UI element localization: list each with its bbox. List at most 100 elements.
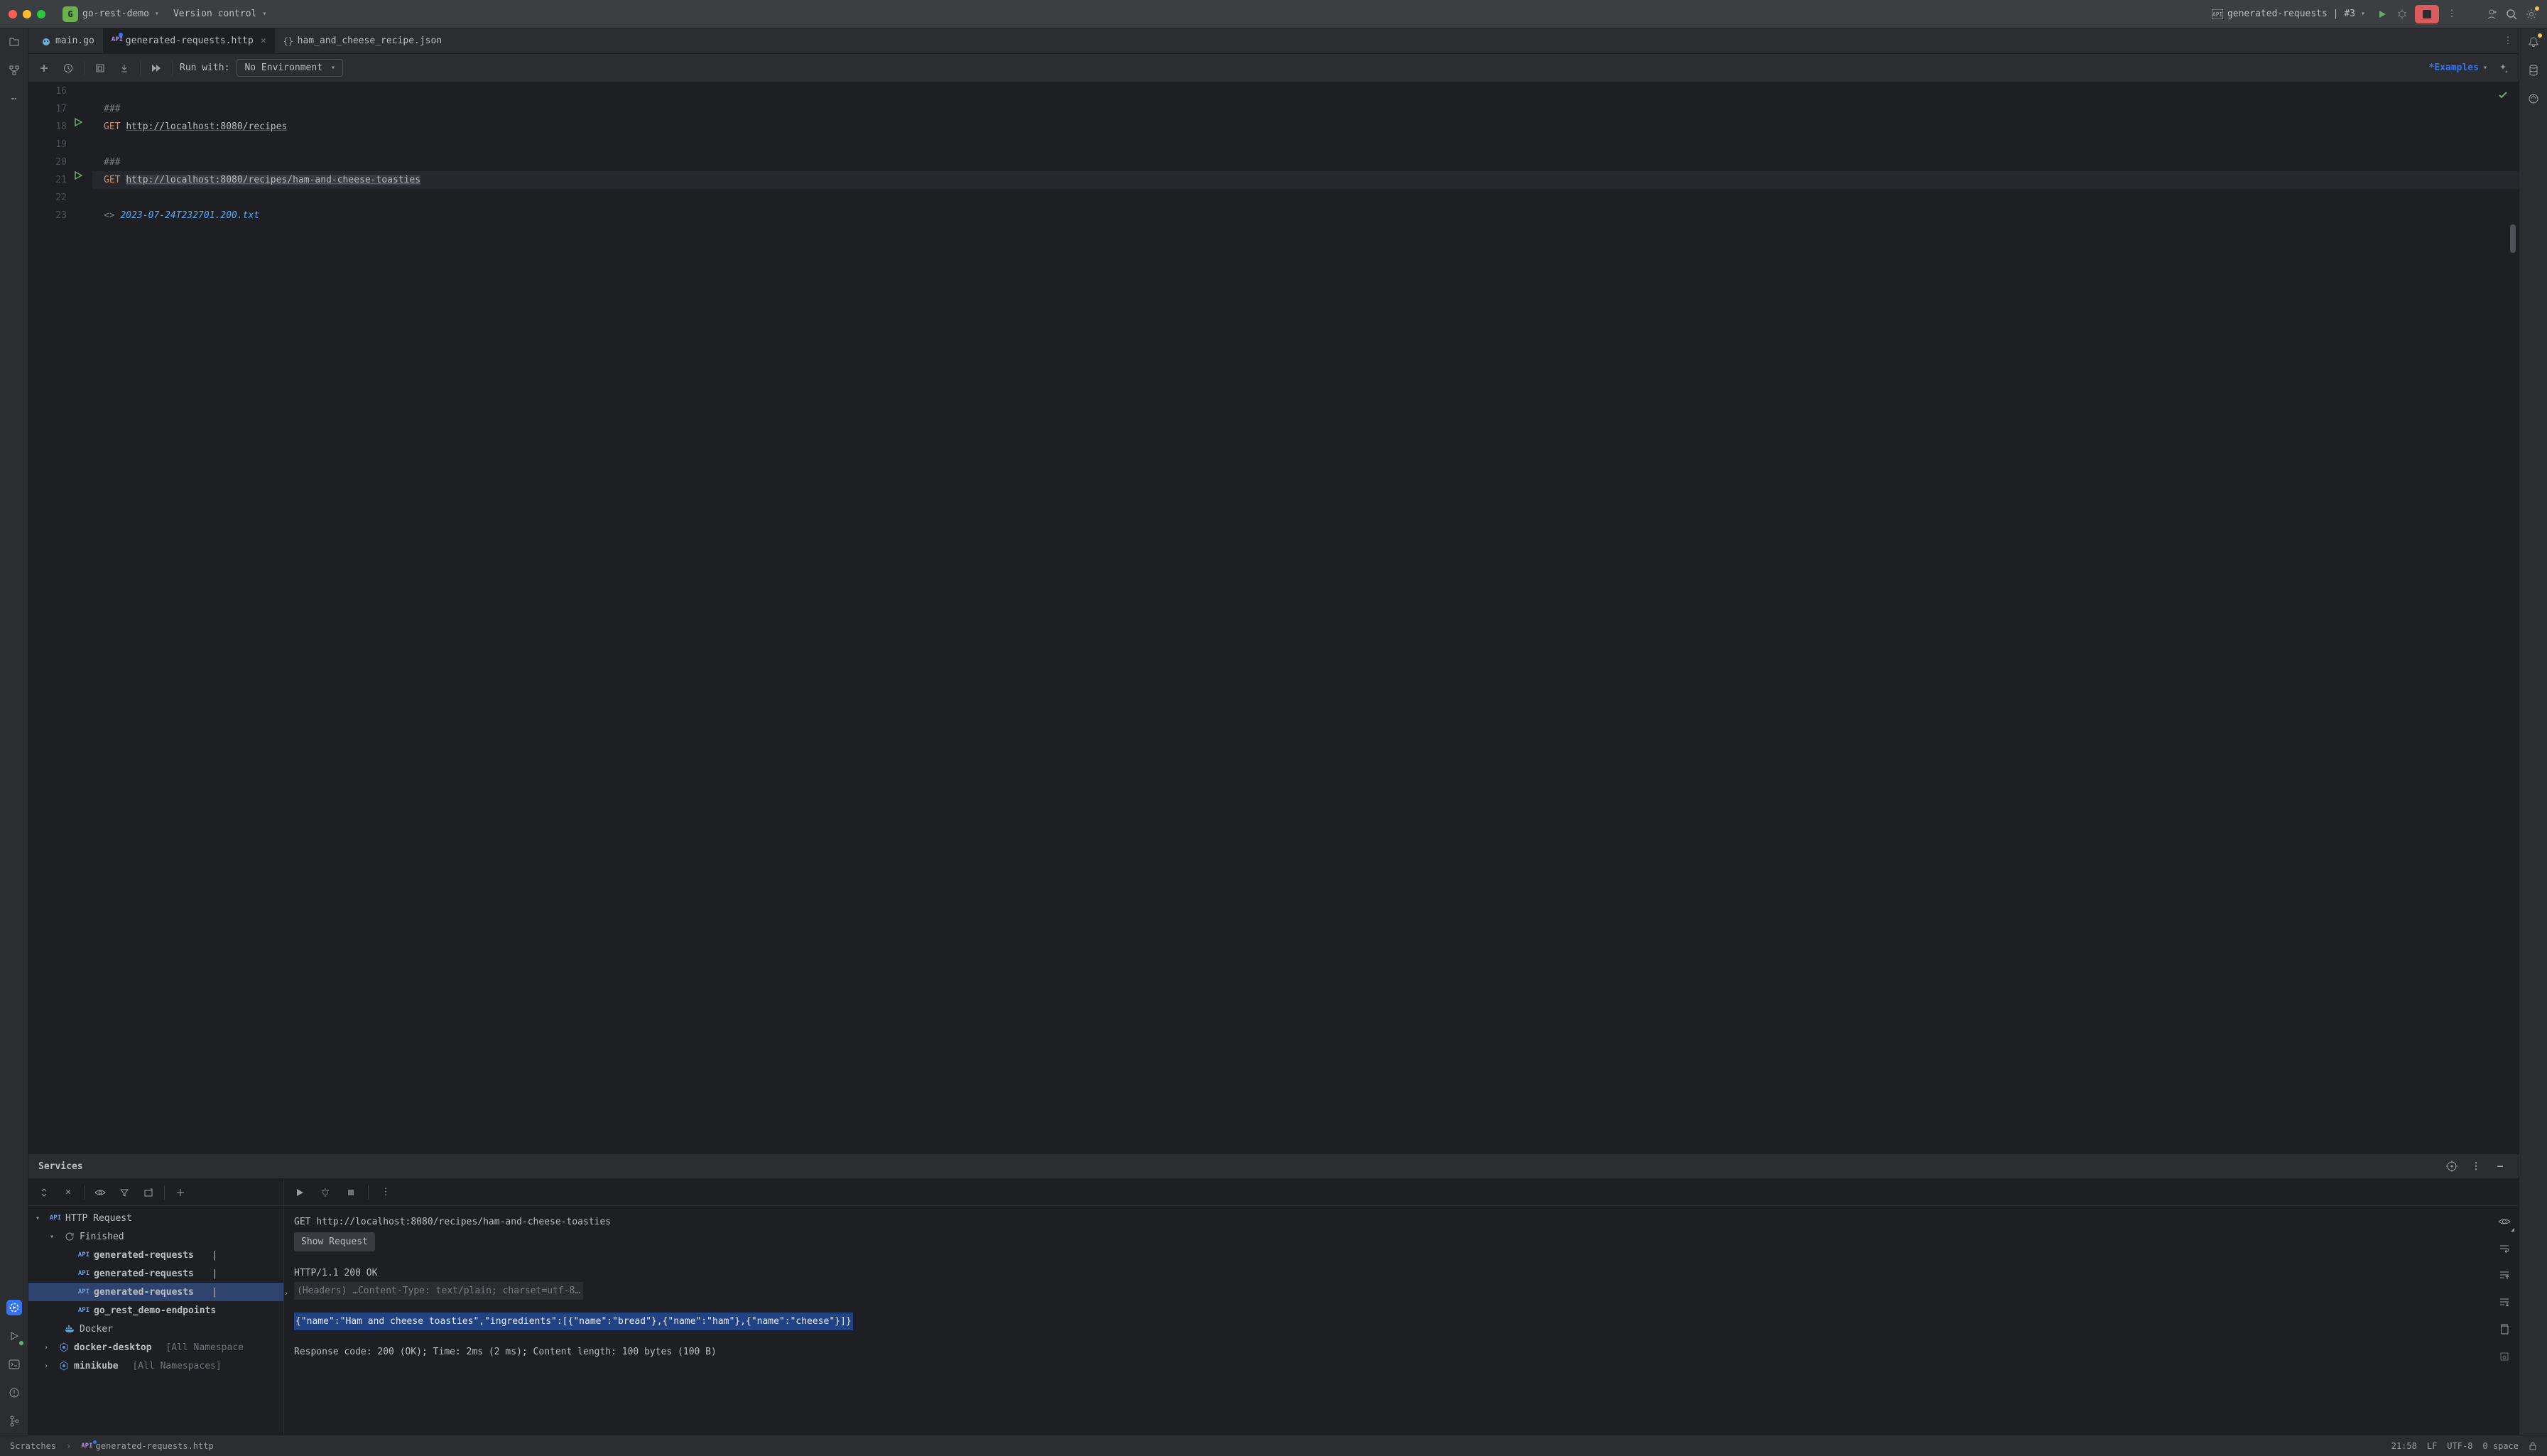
tree-node-finished[interactable]: ▾ Finished (28, 1227, 283, 1246)
breadcrumb-file[interactable]: API generated-requests.http (81, 1441, 213, 1451)
debug-request-button[interactable] (317, 1184, 334, 1201)
line-number: 17 (28, 100, 74, 118)
code-with-me-button[interactable] (2484, 7, 2499, 21)
filter-button[interactable] (116, 1184, 133, 1201)
tab-generated-requests[interactable]: API generated-requests.http ✕ (103, 28, 275, 53)
run-button[interactable] (2375, 7, 2389, 21)
editor-line[interactable]: 20### (28, 153, 2519, 171)
tree-label: generated-requests (94, 1268, 194, 1279)
chevron-down-icon: ▾ (331, 64, 335, 72)
add-request-button[interactable] (36, 60, 53, 77)
tree-node-minikube[interactable]: › minikube [All Namespaces] (28, 1357, 283, 1375)
services-tree[interactable]: ▾ API HTTP Request ▾ Finished APIgenerat… (28, 1206, 283, 1435)
minimize-window-button[interactable] (23, 10, 31, 18)
code-editor[interactable]: 1617###18GET http://localhost:8080/recip… (28, 82, 2519, 1153)
project-tool-button[interactable] (6, 34, 22, 50)
tab-ham-and-cheese-json[interactable]: {} ham_and_cheese_recipe.json (275, 28, 451, 53)
run-tool-button[interactable] (6, 1328, 22, 1344)
response-body[interactable]: GET http://localhost:8080/recipes/ham-an… (284, 1206, 2519, 1435)
run-gutter-button[interactable] (74, 171, 92, 189)
modified-indicator-icon (119, 33, 123, 37)
show-request-button[interactable]: Show Request (294, 1232, 375, 1251)
stop-request-button[interactable] (342, 1184, 359, 1201)
show-hidden-button[interactable] (92, 1184, 109, 1201)
examples-button[interactable]: *Examples ▾ (2429, 63, 2487, 73)
endpoints-tool-button[interactable] (2526, 91, 2541, 107)
response-status: HTTP/1.1 200 OK (294, 1264, 2509, 1282)
response-options-button[interactable]: ⋮ (377, 1184, 394, 1201)
readonly-toggle[interactable] (2529, 1441, 2537, 1451)
editor-line[interactable]: 21GET http://localhost:8080/recipes/ham-… (28, 171, 2519, 189)
services-tool-button[interactable] (6, 1300, 22, 1315)
git-tool-button[interactable] (6, 1413, 22, 1429)
indent-config[interactable]: 0 space (2482, 1441, 2519, 1451)
more-tool-button[interactable]: ⋯ (6, 91, 22, 107)
notifications-button[interactable] (2526, 34, 2541, 50)
scroll-to-top-button[interactable] (2496, 1267, 2513, 1284)
file-encoding[interactable]: UTF-8 (2447, 1441, 2472, 1451)
line-separator[interactable]: LF (2427, 1441, 2437, 1451)
zoom-window-button[interactable] (37, 10, 45, 18)
editor-line[interactable]: 16 (28, 82, 2519, 100)
tree-request-item[interactable]: APIgenerated-requests | (28, 1246, 283, 1264)
response-headers-folded[interactable]: (Headers) …Content-Type: text/plain; cha… (294, 1282, 583, 1300)
tab-main-go[interactable]: main.go (33, 28, 103, 53)
inspection-ok-icon[interactable] (2497, 89, 2509, 101)
scroll-to-end-button[interactable] (2496, 1294, 2513, 1311)
editor-line[interactable]: 23<> 2023-07-24T232701.200.txt (28, 207, 2519, 224)
breadcrumb-root[interactable]: Scratches (10, 1441, 56, 1451)
version-control-label: Version control (173, 9, 256, 19)
editor-line[interactable]: 19 (28, 136, 2519, 153)
close-tab-button[interactable]: ✕ (261, 36, 266, 46)
soft-wrap-button[interactable] (2496, 1240, 2513, 1257)
run-configuration-selector[interactable]: API generated-requests | #3 ▾ (2207, 6, 2369, 22)
tree-request-item[interactable]: APIgenerated-requests | (28, 1283, 283, 1301)
tree-node-docker-desktop[interactable]: › docker-desktop [All Namespace (28, 1338, 283, 1357)
copy-response-button[interactable] (2496, 1321, 2513, 1338)
tab-options-button[interactable]: ⋮ (2497, 28, 2519, 53)
tree-request-item[interactable]: APIgenerated-requests | (28, 1264, 283, 1283)
search-everywhere-button[interactable] (2504, 7, 2519, 21)
view-source-button[interactable] (2496, 1213, 2513, 1230)
debug-button[interactable] (2395, 7, 2409, 21)
caret-position[interactable]: 21:58 (2391, 1441, 2417, 1451)
close-window-button[interactable] (9, 10, 17, 18)
open-new-tab-button[interactable] (140, 1184, 157, 1201)
target-button[interactable] (2443, 1158, 2460, 1175)
history-button[interactable] (60, 60, 77, 77)
gutter-spacer (74, 207, 92, 224)
tree-node-docker[interactable]: Docker (28, 1320, 283, 1338)
settings-button[interactable] (2524, 7, 2538, 21)
tree-request-item[interactable]: APIgo_rest_demo-endpoints (28, 1301, 283, 1320)
editor-line[interactable]: 18GET http://localhost:8080/recipes (28, 118, 2519, 136)
add-service-button[interactable] (172, 1184, 189, 1201)
more-actions-button[interactable]: ⋮ (2445, 7, 2459, 21)
structure-tool-button[interactable] (6, 63, 22, 78)
services-options-button[interactable]: ⋮ (2467, 1158, 2484, 1175)
version-control-menu[interactable]: Version control ▾ (169, 6, 271, 22)
run-all-button[interactable] (148, 60, 165, 77)
terminal-tool-button[interactable] (6, 1357, 22, 1372)
close-view-button[interactable]: ✕ (60, 1184, 77, 1201)
save-response-button[interactable] (2496, 1348, 2513, 1365)
database-tool-button[interactable] (2526, 63, 2541, 78)
rerun-button[interactable] (291, 1184, 308, 1201)
editor-line[interactable]: 22 (28, 189, 2519, 207)
editor-scrollbar[interactable] (2510, 224, 2516, 253)
tree-node-http-request[interactable]: ▾ API HTTP Request (28, 1209, 283, 1227)
line-number: 20 (28, 153, 74, 171)
stop-button[interactable] (2415, 5, 2439, 23)
convert-button[interactable] (92, 60, 109, 77)
problems-tool-button[interactable] (6, 1385, 22, 1401)
import-button[interactable] (116, 60, 133, 77)
fold-toggle-icon[interactable]: › (284, 1285, 288, 1303)
run-gutter-button[interactable] (74, 118, 92, 136)
tree-label: minikube (74, 1361, 119, 1371)
expand-collapse-button[interactable] (36, 1184, 53, 1201)
editor-line[interactable]: 17### (28, 100, 2519, 118)
hide-panel-button[interactable]: — (2492, 1158, 2509, 1175)
project-selector[interactable]: G go-rest-demo ▾ (58, 4, 163, 25)
ai-assist-button[interactable] (2494, 60, 2511, 77)
api-icon: API (2212, 9, 2223, 19)
environment-selector[interactable]: No Environment ▾ (237, 59, 343, 77)
